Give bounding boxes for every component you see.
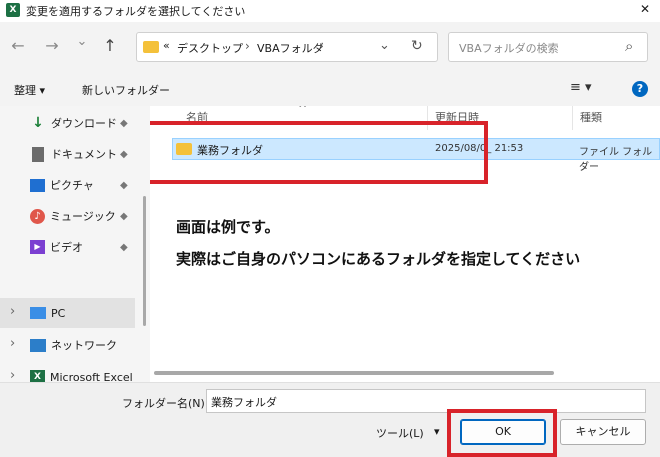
up-folder-icon[interactable]: ↑ bbox=[100, 36, 120, 55]
view-options-icon[interactable]: ≡ ▾ bbox=[570, 80, 592, 95]
column-header-type[interactable]: 種類 bbox=[580, 106, 602, 130]
command-bar: 整理 ▾ 新しいフォルダー ≡ ▾ ? bbox=[0, 72, 660, 106]
expand-icon[interactable]: › bbox=[10, 336, 15, 351]
window-title: 変更を適用するフォルダを選択してください bbox=[26, 5, 246, 18]
row-type: ファイル フォルダー bbox=[579, 147, 653, 173]
sidebar-scrollbar-thumb[interactable] bbox=[143, 196, 146, 326]
sidebar-item-excel[interactable]: › X Microsoft Excel bbox=[0, 362, 135, 382]
breadcrumb-desktop[interactable]: デスクトップ bbox=[177, 40, 243, 56]
organize-button[interactable]: 整理 ▾ bbox=[14, 82, 45, 98]
recent-locations-icon[interactable]: ⌄ bbox=[72, 34, 92, 49]
dialog-footer: フォルダー名(N): 業務フォルダ ツール(L) ▾ OK キャンセル bbox=[0, 382, 660, 457]
folder-name-field[interactable]: 業務フォルダ bbox=[206, 389, 646, 413]
horizontal-scrollbar-thumb[interactable] bbox=[154, 371, 554, 375]
sort-ascending-icon: ^ bbox=[298, 106, 308, 115]
sidebar-item-downloads[interactable]: ↓ ダウンロード ◆ bbox=[0, 108, 135, 138]
pin-icon[interactable]: ◆ bbox=[120, 118, 128, 129]
video-icon: ▶ bbox=[30, 240, 45, 254]
sidebar-item-label: ミュージック bbox=[50, 210, 116, 223]
sidebar-item-videos[interactable]: ▶ ビデオ ◆ bbox=[0, 232, 135, 262]
title-bar: X 変更を適用するフォルダを選択してください ✕ bbox=[0, 0, 660, 22]
pin-icon[interactable]: ◆ bbox=[120, 180, 128, 191]
sidebar-item-pictures[interactable]: ピクチャ ◆ bbox=[0, 170, 135, 200]
breadcrumb-overflow[interactable]: « bbox=[163, 39, 170, 52]
document-icon bbox=[32, 146, 44, 162]
pc-icon bbox=[30, 307, 46, 319]
folder-icon bbox=[143, 41, 159, 53]
file-list: 名前 ^ 更新日時 種類 業務フォルダ 2025/08/0_ 21:53 ファイ… bbox=[150, 106, 660, 382]
expand-icon[interactable]: › bbox=[10, 304, 15, 319]
navigation-bar: ← → ⌄ ↑ « デスクトップ › VBAフォルダ › ⌄ ↻ VBAフォルダ… bbox=[0, 22, 660, 72]
download-icon: ↓ bbox=[32, 115, 44, 131]
sidebar-item-network[interactable]: › ネットワーク bbox=[0, 330, 135, 360]
tools-button[interactable]: ツール(L) bbox=[376, 425, 424, 441]
address-bar[interactable]: « デスクトップ › VBAフォルダ › ⌄ ↻ bbox=[136, 32, 438, 62]
pin-icon[interactable]: ◆ bbox=[120, 211, 128, 222]
music-icon: ♪ bbox=[30, 208, 45, 224]
folder-name-value: 業務フォルダ bbox=[211, 396, 277, 409]
highlight-box-folder bbox=[150, 121, 488, 184]
tools-dropdown-icon[interactable]: ▾ bbox=[434, 425, 440, 438]
excel-icon: X bbox=[6, 3, 20, 17]
sidebar-item-pc[interactable]: › PC bbox=[0, 298, 135, 328]
back-icon[interactable]: ← bbox=[8, 36, 28, 55]
help-icon[interactable]: ? bbox=[632, 81, 648, 97]
search-icon[interactable]: ⌕ bbox=[625, 37, 633, 55]
refresh-icon[interactable]: ↻ bbox=[411, 38, 423, 54]
address-dropdown-icon[interactable]: ⌄ bbox=[379, 38, 390, 53]
sidebar-item-documents[interactable]: ドキュメント ◆ bbox=[0, 139, 135, 169]
search-box[interactable]: VBAフォルダの検索 ⌕ bbox=[448, 32, 648, 62]
forward-icon[interactable]: → bbox=[42, 36, 62, 55]
close-icon[interactable]: ✕ bbox=[640, 2, 650, 16]
navigation-pane: ↓ ダウンロード ◆ ドキュメント ◆ ピクチャ ◆ ♪ ミュージック ◆ ▶ … bbox=[0, 106, 150, 382]
highlight-box-ok bbox=[447, 409, 557, 457]
picture-icon bbox=[30, 178, 45, 192]
sidebar-item-label: ダウンロード bbox=[51, 117, 117, 130]
folder-name-label: フォルダー名(N): bbox=[122, 397, 209, 410]
network-icon bbox=[30, 338, 46, 352]
cancel-button[interactable]: キャンセル bbox=[560, 419, 646, 445]
sidebar-item-label: ネットワーク bbox=[51, 339, 117, 352]
sidebar-item-label: ビデオ bbox=[50, 241, 83, 254]
search-input[interactable]: VBAフォルダの検索 bbox=[459, 40, 559, 56]
column-divider bbox=[572, 106, 573, 130]
breadcrumb-separator[interactable]: › bbox=[245, 39, 250, 53]
excel-icon: X bbox=[30, 369, 45, 382]
sidebar-item-music[interactable]: ♪ ミュージック ◆ bbox=[0, 201, 135, 231]
annotation-line-2: 実際はご自身のパソコンにあるフォルダを指定してください bbox=[176, 250, 581, 268]
annotation-line-1: 画面は例です。 bbox=[176, 218, 280, 236]
sidebar-item-label: PC bbox=[51, 306, 66, 320]
sidebar-item-label: ドキュメント bbox=[51, 148, 117, 161]
sidebar-item-label: ピクチャ bbox=[50, 179, 94, 192]
expand-icon[interactable]: › bbox=[10, 368, 15, 382]
new-folder-button[interactable]: 新しいフォルダー bbox=[82, 82, 170, 98]
pin-icon[interactable]: ◆ bbox=[120, 242, 128, 253]
breadcrumb-separator[interactable]: › bbox=[319, 39, 324, 53]
breadcrumb-vba-folder[interactable]: VBAフォルダ bbox=[257, 40, 324, 56]
pin-icon[interactable]: ◆ bbox=[120, 149, 128, 160]
sidebar-item-label: Microsoft Excel bbox=[50, 370, 133, 383]
